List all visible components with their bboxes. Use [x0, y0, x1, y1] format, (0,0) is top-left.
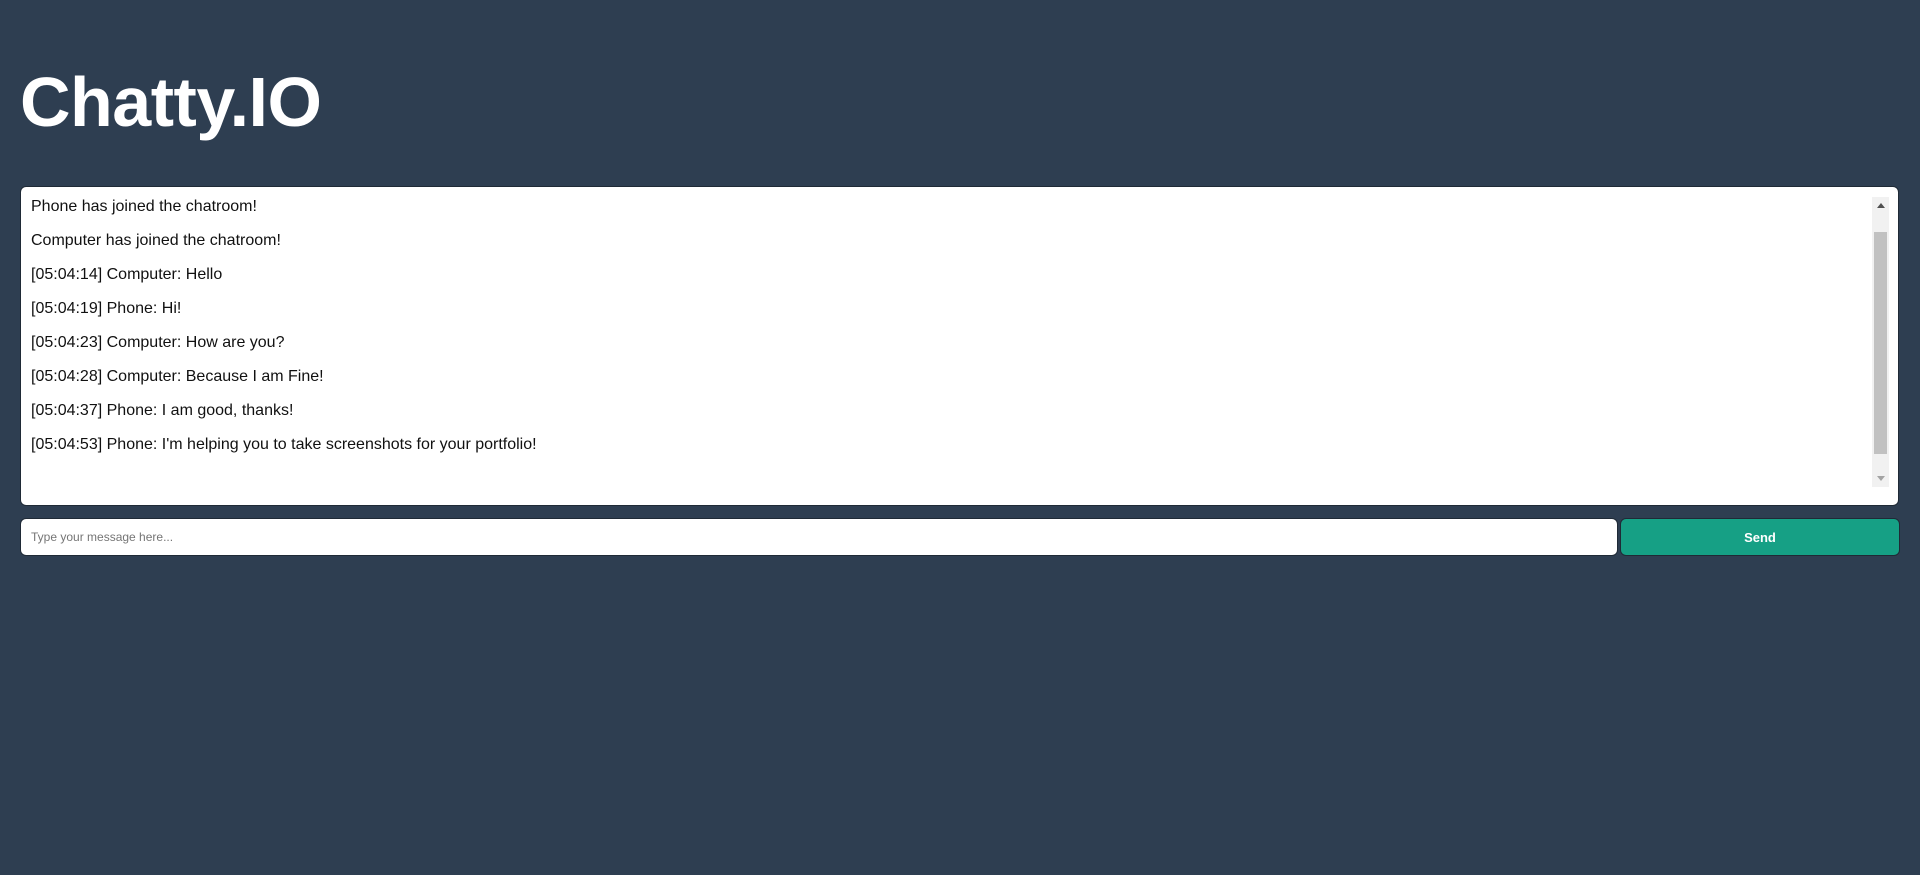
scroll-down-button[interactable] [1872, 470, 1889, 487]
triangle-down-icon [1876, 476, 1885, 481]
chat-scrollbar[interactable] [1872, 197, 1889, 487]
scrollbar-thumb[interactable] [1874, 232, 1887, 454]
chat-message: [05:04:23] Computer: How are you? [31, 334, 285, 351]
chat-message: Phone has joined the chatroom! [31, 198, 257, 215]
message-input[interactable] [20, 518, 1618, 556]
chat-message: [05:04:28] Computer: Because I am Fine! [31, 368, 324, 385]
chat-message: [05:04:14] Computer: Hello [31, 266, 223, 283]
app-title: Chatty.IO [20, 63, 322, 141]
message-composer: Send [20, 518, 1900, 556]
message-list: Phone has joined the chatroom! Computer … [31, 197, 1868, 469]
chat-message: [05:04:53] Phone: I'm helping you to tak… [31, 436, 537, 453]
triangle-up-icon [1876, 203, 1885, 208]
chat-log[interactable]: Phone has joined the chatroom! Computer … [20, 186, 1899, 506]
chat-message: [05:04:19] Phone: Hi! [31, 300, 182, 317]
chat-message: [05:04:37] Phone: I am good, thanks! [31, 402, 294, 419]
chat-message: Computer has joined the chatroom! [31, 232, 281, 249]
scroll-up-button[interactable] [1872, 197, 1889, 214]
send-button[interactable]: Send [1620, 518, 1900, 556]
